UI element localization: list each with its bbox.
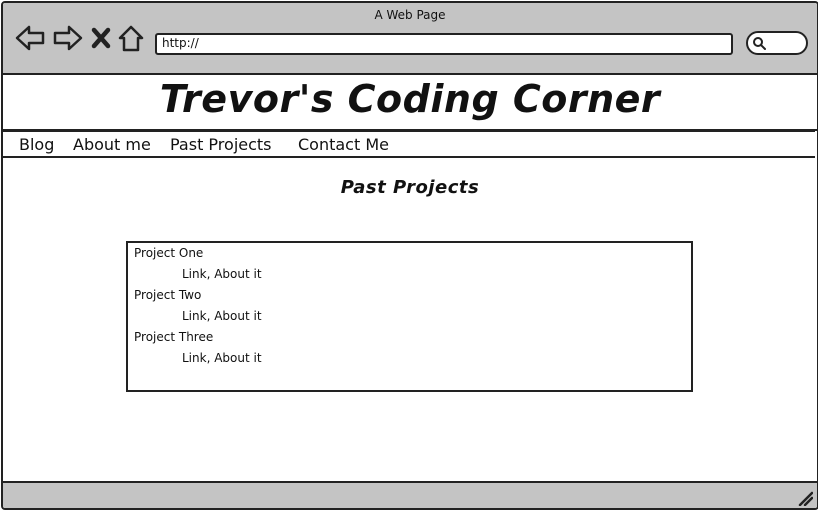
home-icon[interactable] — [117, 23, 145, 53]
project-links[interactable]: Link, About it — [182, 267, 262, 281]
projects-list: Project One Link, About it Project Two L… — [126, 241, 693, 392]
arrow-right-icon[interactable] — [51, 23, 83, 53]
site-title: Trevor's Coding Corner — [159, 77, 661, 121]
browser-toolbar: A Web Page http:// — [3, 3, 817, 75]
project-links[interactable]: Link, About it — [182, 351, 262, 365]
nav-menu: Blog About me Past Projects Contact Me — [3, 130, 815, 158]
nav-item-contact-me[interactable]: Contact Me — [298, 135, 389, 154]
arrow-left-icon[interactable] — [15, 23, 47, 53]
nav-item-blog[interactable]: Blog — [19, 135, 54, 154]
search-box[interactable] — [746, 31, 808, 55]
site-header: Trevor's Coding Corner — [3, 75, 817, 131]
project-links[interactable]: Link, About it — [182, 309, 262, 323]
project-name: Project Two — [134, 288, 202, 302]
address-bar[interactable]: http:// — [155, 33, 733, 55]
close-icon[interactable] — [89, 23, 113, 53]
address-bar-text: http:// — [162, 36, 199, 50]
nav-item-about-me[interactable]: About me — [73, 135, 151, 154]
resize-grip-icon[interactable] — [797, 490, 813, 506]
project-name: Project Three — [134, 330, 214, 344]
nav-item-past-projects[interactable]: Past Projects — [170, 135, 272, 154]
page-heading: Past Projects — [340, 177, 480, 198]
status-bar — [3, 481, 817, 508]
project-name: Project One — [134, 246, 204, 260]
browser-window: A Web Page http:// Trevor's Coding Corne… — [1, 1, 818, 510]
search-icon — [753, 37, 766, 50]
window-title: A Web Page — [374, 8, 446, 22]
